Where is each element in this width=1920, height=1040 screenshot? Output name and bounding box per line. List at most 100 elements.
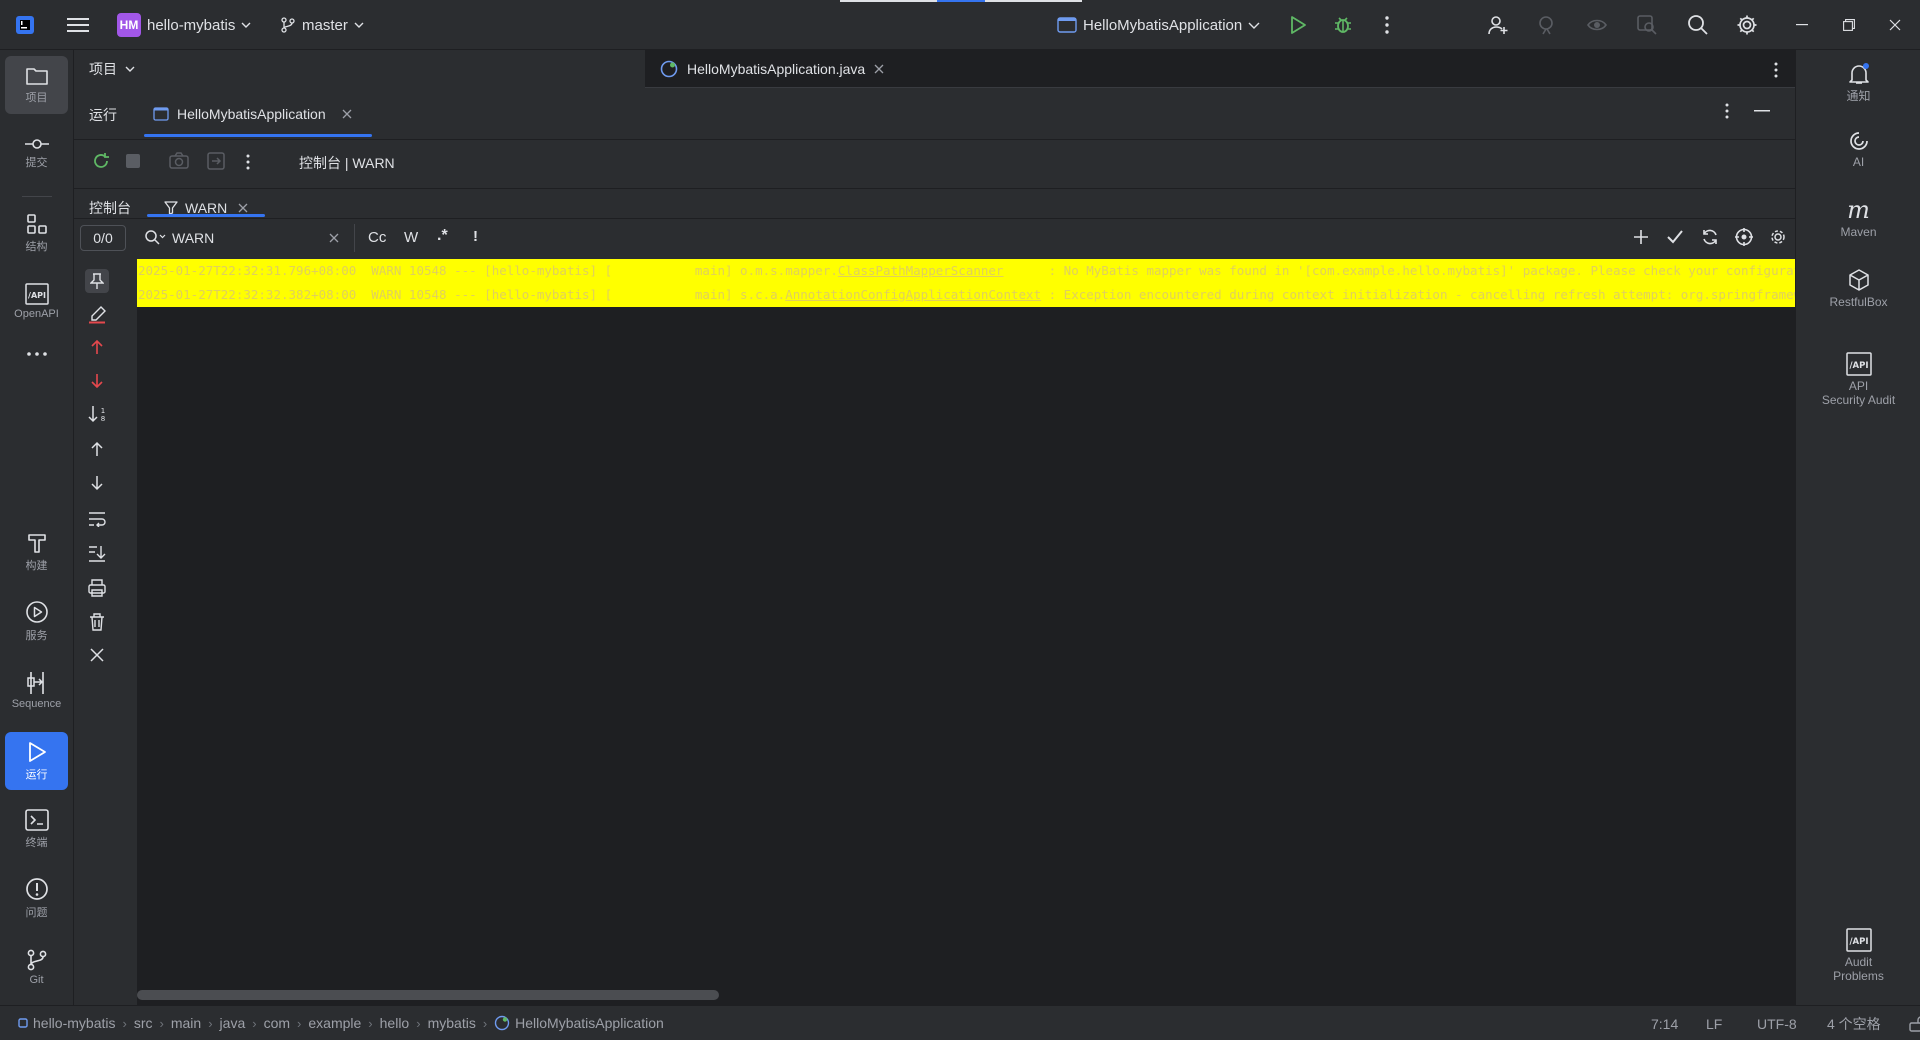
editor-more-icon[interactable] [1766, 60, 1786, 80]
debug-icon[interactable] [1328, 10, 1358, 40]
close-tab-icon[interactable] [874, 64, 884, 74]
whole-word-toggle[interactable]: W [404, 229, 418, 246]
sort-numeric-icon[interactable]: 18 [88, 405, 108, 423]
tool-sequence[interactable]: Sequence [5, 661, 68, 719]
file-encoding[interactable]: UTF-8 [1757, 1016, 1827, 1032]
close-tab-icon[interactable] [238, 203, 248, 213]
tool-more[interactable] [5, 334, 68, 374]
console-output[interactable]: 2025-01-27T22:32:31.796+08:00 WARN 10548… [137, 259, 1795, 1005]
tool-api-security-audit[interactable]: /API API Security Audit [1796, 352, 1920, 407]
horizontal-scrollbar[interactable] [137, 990, 719, 1000]
restore-window-icon[interactable] [1834, 10, 1864, 40]
project-switcher[interactable]: HM hello-mybatis [117, 0, 251, 50]
breadcrumb-item[interactable]: main [171, 1015, 201, 1031]
refresh-icon[interactable] [1701, 228, 1719, 246]
caret-position[interactable]: 7:14 [1651, 1016, 1706, 1032]
inspect-icon[interactable] [1632, 10, 1662, 40]
next-occurrence-red-icon[interactable] [91, 373, 103, 389]
openapi-icon: /API [24, 282, 49, 305]
add-filter-icon[interactable] [1634, 230, 1648, 244]
more-actions-icon[interactable] [1372, 10, 1402, 40]
breadcrumb-item[interactable]: HelloMybatisApplication [515, 1015, 664, 1031]
scroll-up-icon[interactable] [91, 441, 103, 457]
tool-commit[interactable]: 提交 [5, 124, 68, 182]
main-menu-icon[interactable] [63, 10, 93, 40]
settings-gear-icon[interactable] [1732, 10, 1762, 40]
ai-assistant-icon[interactable] [1532, 10, 1562, 40]
window-drag-indicator-active [937, 0, 985, 2]
search-icon[interactable] [1683, 10, 1713, 40]
app-window-icon [1057, 17, 1077, 33]
breadcrumb-item[interactable]: mybatis [428, 1015, 476, 1031]
class-link[interactable]: AnnotationConfigApplicationContext [785, 287, 1041, 302]
scroll-to-end-icon[interactable] [88, 545, 106, 563]
pin-icon[interactable] [85, 269, 109, 293]
tool-notifications[interactable]: 通知 [1796, 62, 1920, 103]
regex-toggle[interactable]: .* [437, 227, 448, 245]
hide-panel-icon[interactable] [1754, 110, 1770, 112]
soft-wrap-icon[interactable] [88, 511, 106, 527]
breadcrumb-item[interactable]: com [264, 1015, 290, 1031]
tool-maven[interactable]: m Maven [1796, 198, 1920, 239]
close-console-icon[interactable] [90, 648, 104, 662]
run-panel-more-icon[interactable] [1725, 103, 1729, 119]
scroll-down-icon[interactable] [91, 475, 103, 491]
toolbar-more-icon[interactable] [246, 154, 250, 170]
trash-clear-icon[interactable] [89, 613, 105, 631]
tool-openapi[interactable]: /API OpenAPI [5, 272, 68, 330]
project-view-selector[interactable]: 项目 [89, 59, 135, 79]
breadcrumb-item[interactable]: java [220, 1015, 246, 1031]
apply-check-icon[interactable] [1667, 230, 1683, 244]
stop-icon[interactable] [126, 154, 140, 168]
negate-toggle[interactable]: ! [473, 228, 478, 245]
tool-build[interactable]: 构建 [5, 523, 68, 581]
project-badge: HM [117, 13, 141, 37]
filter-settings-gear-icon[interactable] [1769, 228, 1787, 246]
tool-ai[interactable]: AI [1796, 130, 1920, 169]
tool-run[interactable]: 运行 [5, 732, 68, 790]
maven-icon: m [1847, 196, 1870, 224]
chevron-down-icon [354, 22, 364, 28]
class-link[interactable]: ClassPathMapperScanner [838, 263, 1004, 278]
clear-search-icon[interactable] [329, 233, 339, 243]
target-scroll-icon[interactable] [1735, 228, 1753, 246]
code-with-me-icon[interactable] [1582, 10, 1612, 40]
unlock-icon[interactable] [1909, 1015, 1920, 1032]
indent-setting[interactable]: 4 个空格 [1827, 1014, 1909, 1034]
print-icon[interactable] [88, 579, 106, 597]
match-case-toggle[interactable]: Cc [368, 229, 386, 246]
line-separator[interactable]: LF [1706, 1016, 1757, 1032]
tool-git[interactable]: Git [5, 938, 68, 996]
tool-audit-problems[interactable]: /API Audit Problems [1796, 928, 1920, 983]
subtab-underline [147, 214, 265, 217]
tool-services[interactable]: 服务 [5, 592, 68, 650]
tool-terminal[interactable]: 终端 [5, 800, 68, 858]
close-window-icon[interactable] [1880, 10, 1910, 40]
status-bar: hello-mybatis › src › main › java › com › exa… [0, 1005, 1920, 1040]
intellij-logo-icon[interactable] [10, 10, 40, 40]
branch-switcher[interactable]: master [280, 0, 364, 50]
rerun-icon[interactable] [91, 151, 111, 171]
run-icon[interactable] [1283, 10, 1313, 40]
editor-tab[interactable]: HelloMybatisApplication.java [660, 50, 884, 88]
ai-spiral-icon [1849, 132, 1868, 150]
run-tab[interactable]: HelloMybatisApplication [153, 88, 352, 140]
run-config-selector[interactable]: HelloMybatisApplication [1057, 0, 1260, 50]
tool-problems[interactable]: 问题 [5, 869, 68, 927]
prev-occurrence-red-icon[interactable] [91, 339, 103, 355]
search-input[interactable] [172, 226, 327, 250]
breadcrumb-item[interactable]: example [308, 1015, 361, 1031]
minimize-window-icon[interactable] [1787, 10, 1817, 40]
tool-restfulbox[interactable]: RestfulBox [1796, 268, 1920, 309]
add-user-icon[interactable] [1483, 10, 1513, 40]
exit-icon[interactable] [207, 152, 225, 170]
close-tab-icon[interactable] [342, 109, 352, 119]
breadcrumb-item[interactable]: hello-mybatis [33, 1015, 115, 1031]
tool-project[interactable]: 项目 [5, 56, 68, 114]
search-options-icon[interactable] [144, 229, 166, 247]
breadcrumb-item[interactable]: hello [380, 1015, 410, 1031]
tool-structure[interactable]: 结构 [5, 204, 68, 262]
highlight-marker-icon[interactable] [88, 306, 106, 324]
breadcrumb-item[interactable]: src [134, 1015, 153, 1031]
camera-snapshot-icon[interactable] [169, 152, 189, 170]
